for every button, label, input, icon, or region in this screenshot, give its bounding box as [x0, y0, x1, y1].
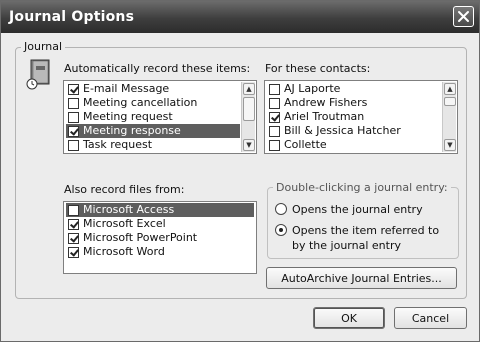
- list-item-label: AJ Laporte: [284, 82, 341, 95]
- list-item-label: Andrew Fishers: [284, 96, 368, 109]
- autoarchive-journal-button[interactable]: AutoArchive Journal Entries...: [266, 267, 457, 289]
- list-item-label: Microsoft PowerPoint: [83, 231, 198, 244]
- list-item-label: Meeting response: [83, 124, 181, 137]
- checkbox[interactable]: [68, 232, 79, 244]
- checkbox[interactable]: [269, 125, 280, 137]
- radio-open-referred-item[interactable]: Opens the item referred to by the journa…: [275, 223, 455, 253]
- list-item-label: Microsoft Access: [83, 203, 175, 216]
- list-item[interactable]: Andrew Fishers: [267, 96, 441, 110]
- auto-record-items: E-mail Message Meeting cancellation Meetin…: [66, 82, 240, 152]
- scroll-up-arrow-icon[interactable]: ▲: [243, 83, 255, 95]
- checkbox[interactable]: [68, 97, 79, 109]
- close-icon: [458, 11, 469, 22]
- list-item[interactable]: E-mail Message: [66, 82, 240, 96]
- list-item-label: E-mail Message: [83, 82, 170, 95]
- checkbox[interactable]: [269, 111, 280, 123]
- list-item-label: Ariel Troutman: [284, 110, 365, 123]
- contacts-listbox[interactable]: AJ Laporte Andrew Fishers Ariel Troutman Bi…: [264, 80, 458, 154]
- journal-book-icon: [26, 59, 50, 90]
- auto-record-heading: Automatically record these items:: [64, 62, 251, 75]
- list-item[interactable]: Meeting response: [66, 124, 240, 138]
- list-item[interactable]: Task request: [66, 138, 240, 152]
- ok-button[interactable]: OK: [313, 307, 385, 329]
- checkbox[interactable]: [68, 139, 79, 151]
- list-item[interactable]: Microsoft Excel: [66, 217, 254, 231]
- radio-button[interactable]: [275, 203, 287, 215]
- journal-group-label: Journal: [21, 40, 66, 53]
- list-item[interactable]: Microsoft Word: [66, 245, 254, 259]
- scroll-up-arrow-icon[interactable]: ▲: [444, 83, 456, 95]
- checkbox[interactable]: [68, 204, 79, 216]
- auto-record-scrollbar[interactable]: ▲ ▼: [241, 82, 255, 152]
- list-item[interactable]: Bill & Jessica Hatcher: [267, 124, 441, 138]
- list-item[interactable]: AJ Laporte: [267, 82, 441, 96]
- checkbox[interactable]: [68, 218, 79, 230]
- list-item-label: Microsoft Excel: [83, 217, 166, 230]
- list-item[interactable]: Ariel Troutman: [267, 110, 441, 124]
- checkbox[interactable]: [68, 125, 79, 137]
- list-item[interactable]: Microsoft Access: [66, 203, 254, 217]
- radio-label: Opens the journal entry: [292, 203, 423, 216]
- checkbox[interactable]: [269, 139, 280, 151]
- list-item-label: Microsoft Word: [83, 245, 165, 258]
- scrollbar-thumb[interactable]: [243, 97, 255, 121]
- checkbox[interactable]: [68, 83, 79, 95]
- list-item[interactable]: Microsoft PowerPoint: [66, 231, 254, 245]
- double-click-heading: Double-clicking a journal entry:: [273, 181, 451, 194]
- checkbox[interactable]: [269, 83, 280, 95]
- list-item-label: Collette: [284, 138, 327, 151]
- contacts-scrollbar[interactable]: ▲ ▼: [442, 82, 456, 152]
- contacts-heading: For these contacts:: [265, 62, 371, 75]
- cancel-button[interactable]: Cancel: [394, 307, 467, 329]
- checkbox[interactable]: [269, 97, 280, 109]
- files-listbox[interactable]: Microsoft Access Microsoft Excel Microsoft…: [63, 201, 257, 274]
- list-item[interactable]: Collette: [267, 138, 441, 152]
- close-button[interactable]: [453, 6, 474, 27]
- list-item-label: Task request: [83, 138, 153, 151]
- files-heading: Also record files from:: [64, 183, 185, 196]
- title-bar[interactable]: Journal Options: [1, 1, 479, 33]
- list-item-label: Bill & Jessica Hatcher: [284, 124, 401, 137]
- files-items: Microsoft Access Microsoft Excel Microsoft…: [66, 203, 254, 259]
- list-item[interactable]: Meeting cancellation: [66, 96, 240, 110]
- scroll-down-arrow-icon[interactable]: ▼: [243, 139, 255, 151]
- radio-button[interactable]: [275, 224, 287, 236]
- list-item[interactable]: Meeting request: [66, 110, 240, 124]
- journal-options-dialog: Journal Options Journal Automatically re…: [0, 0, 480, 342]
- contacts-items: AJ Laporte Andrew Fishers Ariel Troutman Bi…: [267, 82, 441, 152]
- radio-label: Opens the item referred to by the journa…: [292, 224, 440, 252]
- auto-record-listbox[interactable]: E-mail Message Meeting cancellation Meetin…: [63, 80, 257, 154]
- radio-open-journal-entry[interactable]: Opens the journal entry: [275, 202, 423, 217]
- scrollbar-thumb[interactable]: [444, 97, 456, 106]
- list-item-label: Meeting request: [83, 110, 173, 123]
- checkbox[interactable]: [68, 246, 79, 258]
- window-title: Journal Options: [9, 9, 135, 25]
- scroll-down-arrow-icon[interactable]: ▼: [444, 139, 456, 151]
- checkbox[interactable]: [68, 111, 79, 123]
- list-item-label: Meeting cancellation: [83, 96, 198, 109]
